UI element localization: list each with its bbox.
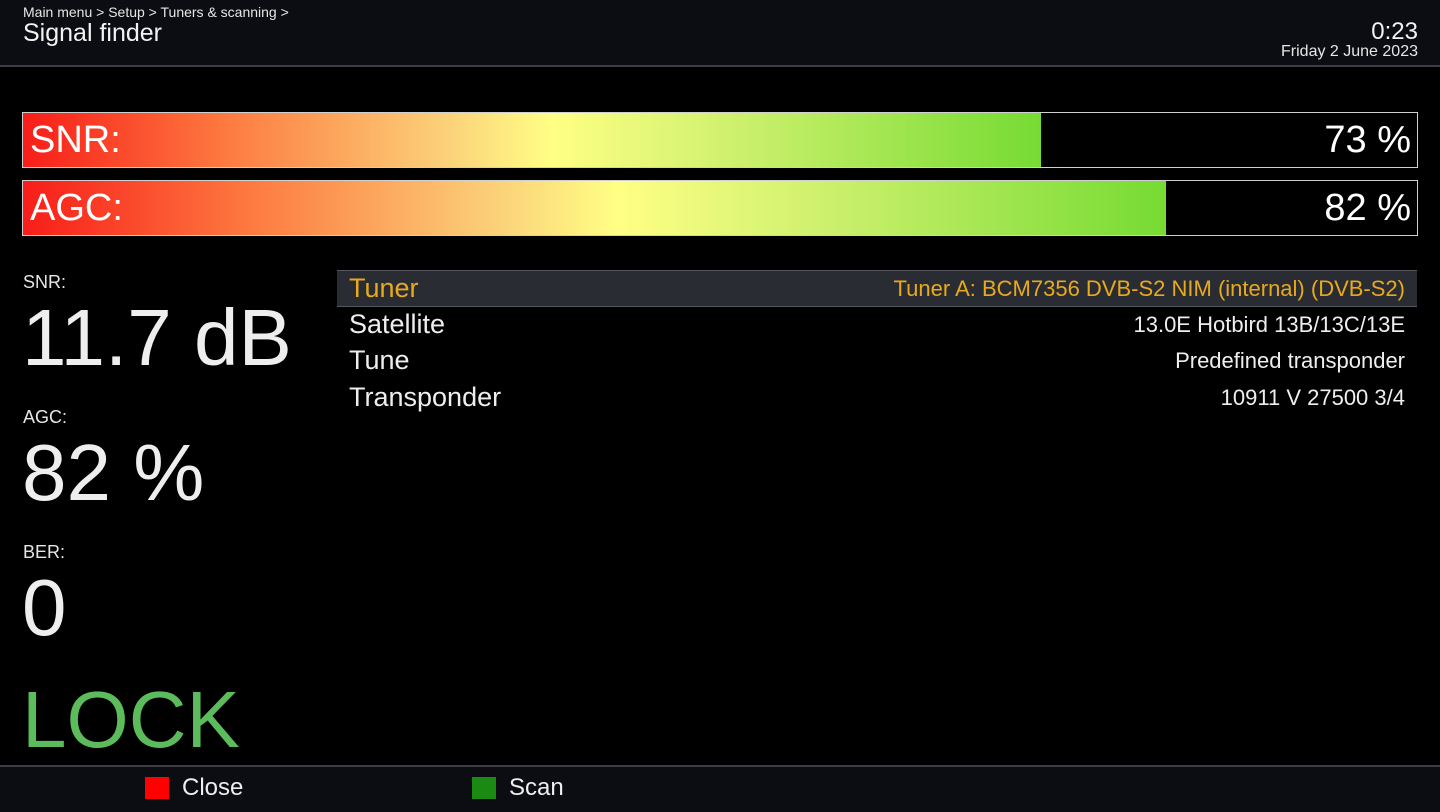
lock-status: LOCK xyxy=(22,675,240,764)
breadcrumb: Main menu > Setup > Tuners & scanning > xyxy=(23,4,289,20)
config-row-transponder[interactable]: Transponder 10911 V 27500 3/4 xyxy=(337,380,1417,417)
date: Friday 2 June 2023 xyxy=(1281,43,1418,60)
config-key: Tune xyxy=(349,345,410,375)
snr-bar-value: 73 % xyxy=(1324,119,1411,161)
agc-bar-label: AGC: xyxy=(30,187,123,229)
agc-bar-fill xyxy=(23,181,1167,235)
footer-bar: Close Scan xyxy=(0,765,1440,812)
scan-button[interactable]: Scan xyxy=(509,774,564,802)
red-key-icon xyxy=(145,777,169,799)
config-row-tune[interactable]: Tune Predefined transponder xyxy=(337,343,1417,380)
agc-bar: AGC: 82 % xyxy=(22,180,1418,236)
config-row-tuner[interactable]: Tuner Tuner A: BCM7356 DVB-S2 NIM (inter… xyxy=(337,270,1417,307)
snr-stat-label: SNR: xyxy=(23,272,67,292)
config-row-satellite[interactable]: Satellite 13.0E Hotbird 13B/13C/13E xyxy=(337,307,1417,344)
snr-stat-value: 11.7 dB xyxy=(22,293,292,382)
ber-stat-value: 0 xyxy=(22,563,67,652)
page-title: Signal finder xyxy=(23,19,162,47)
config-value: Tuner A: BCM7356 DVB-S2 NIM (internal) (… xyxy=(893,276,1405,301)
green-key-icon xyxy=(472,777,496,799)
clock: 0:23 xyxy=(1371,18,1418,45)
tuner-config-list: Tuner Tuner A: BCM7356 DVB-S2 NIM (inter… xyxy=(337,270,1417,416)
ber-stat-label: BER: xyxy=(23,542,66,562)
header-bar: Main menu > Setup > Tuners & scanning > … xyxy=(0,0,1440,67)
snr-bar-fill xyxy=(23,113,1041,167)
config-value: 13.0E Hotbird 13B/13C/13E xyxy=(1133,311,1405,337)
close-button[interactable]: Close xyxy=(182,774,243,802)
config-value: Predefined transponder xyxy=(1175,348,1405,373)
config-value: 10911 V 27500 3/4 xyxy=(1220,384,1405,410)
snr-bar: SNR: 73 % xyxy=(22,112,1418,168)
config-key: Satellite xyxy=(349,308,446,339)
agc-stat-label: AGC: xyxy=(23,407,68,427)
config-key: Transponder xyxy=(349,381,502,412)
config-key: Tuner xyxy=(349,273,419,303)
agc-bar-value: 82 % xyxy=(1324,187,1411,229)
snr-bar-label: SNR: xyxy=(30,119,121,161)
agc-stat-value: 82 % xyxy=(22,428,205,517)
